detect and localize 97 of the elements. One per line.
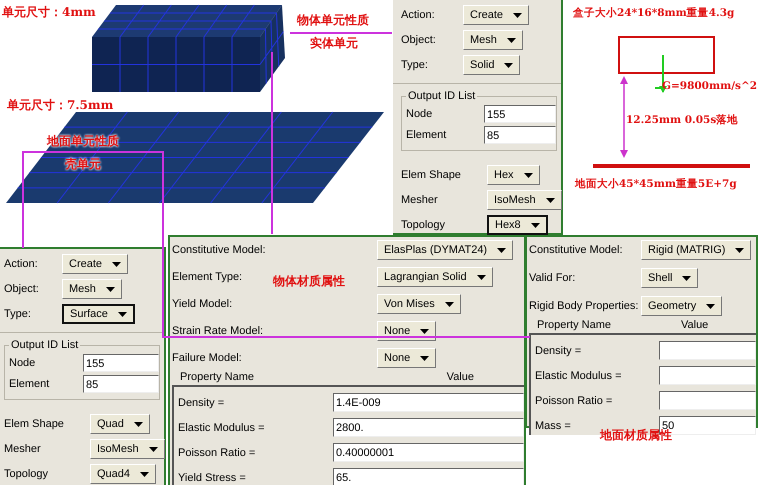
field-label: Yield Model: bbox=[172, 298, 232, 310]
caret-icon bbox=[476, 274, 486, 280]
property-name: Mass = bbox=[535, 420, 572, 432]
dropdown[interactable]: Lagrangian Solid bbox=[377, 267, 493, 287]
field-label: Type: bbox=[4, 308, 31, 320]
dropdown[interactable]: Mesh bbox=[463, 30, 523, 50]
caret-icon bbox=[444, 302, 454, 306]
dropdown[interactable]: Hex8 bbox=[487, 215, 548, 235]
input-field[interactable]: 1.4E-009 bbox=[333, 393, 524, 412]
property-name: Poisson Ratio = bbox=[535, 394, 614, 406]
caret-icon bbox=[706, 304, 716, 308]
input-field[interactable]: 0.40000001 bbox=[333, 443, 524, 462]
dropdown[interactable]: Von Mises bbox=[377, 294, 461, 314]
input-field[interactable] bbox=[659, 341, 756, 360]
dropdown[interactable]: None bbox=[377, 348, 436, 368]
element-size-label: 单元尺寸：7.5mm bbox=[7, 97, 114, 114]
property-type-label: 实体单元 bbox=[310, 35, 358, 52]
caret-icon bbox=[118, 312, 127, 316]
dropdown[interactable]: IsoMesh bbox=[90, 439, 165, 459]
caret-icon bbox=[682, 276, 692, 280]
dropdown[interactable]: Rigid (MATRIG) bbox=[641, 240, 752, 260]
column-header: Property Name bbox=[180, 371, 254, 383]
dropdown[interactable]: Create bbox=[62, 254, 128, 274]
field-label: Rigid Body Properties: bbox=[529, 300, 638, 312]
field-label: Type: bbox=[401, 59, 428, 71]
dropdown[interactable]: Quad bbox=[90, 414, 150, 434]
dropdown[interactable]: None bbox=[377, 321, 436, 341]
field-label: Object: bbox=[4, 283, 39, 295]
caret-icon bbox=[530, 222, 540, 228]
field-label: Node bbox=[9, 357, 36, 369]
element-size-label: 单元尺寸：4mm bbox=[2, 4, 96, 21]
field-label: Failure Model: bbox=[172, 352, 242, 364]
caret-icon bbox=[134, 422, 143, 426]
property-name: Density = bbox=[178, 396, 226, 408]
caret-icon bbox=[504, 62, 514, 68]
caret-icon bbox=[735, 248, 744, 252]
input-field[interactable]: 2800. bbox=[333, 418, 524, 437]
field-label: Topology bbox=[4, 468, 48, 480]
dropdown[interactable]: IsoMesh bbox=[487, 190, 562, 210]
field-label: Element Type: bbox=[172, 271, 242, 283]
dropdown[interactable]: Solid bbox=[463, 55, 520, 75]
property-name: Elastic Modulus = bbox=[178, 422, 266, 434]
field-label: Action: bbox=[401, 9, 435, 21]
field-label: Object: bbox=[401, 34, 436, 46]
dropdown[interactable]: Create bbox=[463, 5, 530, 25]
column-header: Value bbox=[446, 371, 474, 383]
field-label: Action: bbox=[4, 258, 38, 270]
dropdown[interactable]: Geometry bbox=[641, 296, 722, 316]
field-label: Mesher bbox=[4, 443, 41, 455]
caret-icon bbox=[420, 328, 430, 334]
property-name: Yield Stress = bbox=[178, 472, 247, 484]
field-label: Node bbox=[406, 108, 434, 120]
column-header: Value bbox=[680, 319, 708, 331]
caret-icon bbox=[420, 356, 430, 360]
input-field[interactable]: 85 bbox=[83, 375, 159, 393]
ground-size-label: 地面大小45*45mm重量5E+7g bbox=[575, 177, 737, 191]
field-label: Elem Shape bbox=[401, 169, 461, 181]
field-label: Elem Shape bbox=[4, 418, 64, 430]
input-field[interactable]: 155 bbox=[83, 354, 159, 372]
group-title: Output ID List bbox=[10, 339, 80, 351]
caret-icon bbox=[546, 198, 555, 202]
box-size-label: 盒子大小24*16*8mm重量4.3g bbox=[573, 6, 734, 20]
dropdown[interactable]: Surface bbox=[62, 304, 135, 324]
caret-icon bbox=[513, 12, 522, 18]
caret-icon bbox=[506, 38, 516, 42]
property-title-label: 物体单元性质 bbox=[297, 12, 369, 29]
field-label: Element bbox=[406, 129, 448, 141]
dropdown[interactable]: Quad4 bbox=[90, 464, 156, 484]
drop-height-label: 12.25mm 0.05s落地 bbox=[626, 113, 738, 127]
property-name: Elastic Modulus = bbox=[535, 370, 623, 382]
dropdown[interactable]: Shell bbox=[641, 268, 698, 288]
property-name: Poisson Ratio = bbox=[178, 446, 256, 458]
caret-icon bbox=[140, 472, 150, 476]
input-field[interactable] bbox=[659, 366, 756, 385]
caret-icon bbox=[524, 172, 533, 178]
group-title: Output ID List bbox=[407, 90, 476, 102]
caret-icon bbox=[112, 262, 122, 266]
field-label: Element bbox=[9, 378, 50, 390]
dropdown[interactable]: ElasPlas (DYMAT24) bbox=[377, 240, 514, 260]
field-label: Mesher bbox=[401, 194, 438, 206]
input-field[interactable]: 155 bbox=[484, 105, 556, 123]
field-label: Strain Rate Model: bbox=[172, 325, 264, 337]
column-header: Property Name bbox=[537, 319, 611, 331]
dropdown[interactable]: Mesh bbox=[62, 279, 122, 299]
input-field[interactable]: 85 bbox=[484, 126, 556, 144]
input-field[interactable]: 65. bbox=[333, 468, 524, 485]
caret-icon bbox=[497, 248, 506, 252]
caret-icon bbox=[148, 446, 158, 452]
field-label: Topology bbox=[401, 219, 446, 231]
dropdown[interactable]: Hex bbox=[487, 165, 540, 185]
field-label: Constitutive Model: bbox=[529, 244, 623, 256]
input-field[interactable] bbox=[659, 391, 756, 410]
property-name: Density = bbox=[535, 344, 582, 356]
material-title-label: 物体材质属性 bbox=[273, 273, 345, 290]
field-label: Constitutive Model: bbox=[172, 244, 266, 256]
field-label: Valid For: bbox=[529, 272, 576, 284]
caret-icon bbox=[106, 286, 115, 292]
